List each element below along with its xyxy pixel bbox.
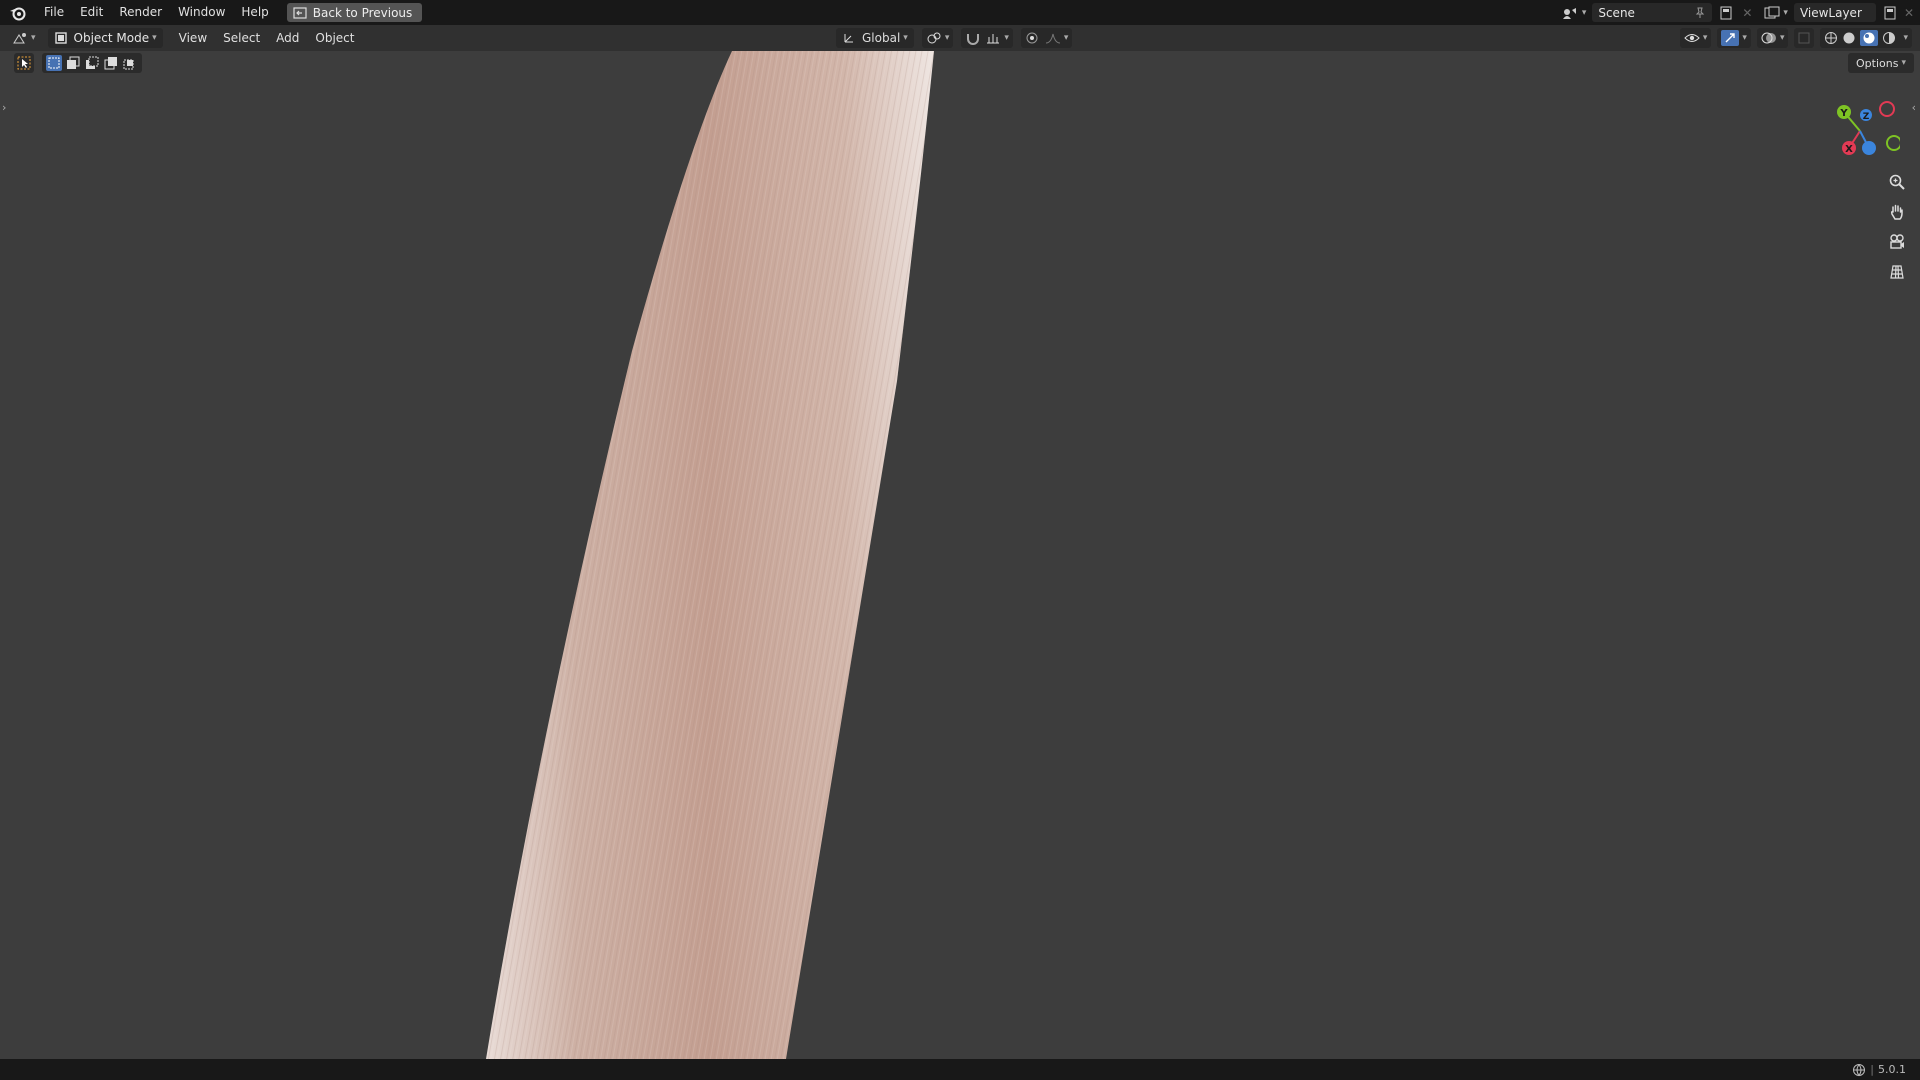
chevron-down-icon: ▾ (1903, 33, 1908, 43)
network-icon[interactable] (1852, 1063, 1866, 1077)
chevron-down-icon: ▾ (1702, 33, 1708, 43)
3d-viewport[interactable]: Options ▾ › ‹ Y X Z (0, 51, 1920, 1059)
blender-logo-icon[interactable] (0, 0, 36, 25)
chevron-down-icon: ▾ (1004, 33, 1009, 43)
overlay-toggle[interactable]: ▾ (1756, 28, 1789, 48)
chevron-down-icon: ▾ (152, 33, 157, 43)
menu-edit[interactable]: Edit (72, 0, 111, 25)
menu-help[interactable]: Help (233, 0, 276, 25)
camera-icon (1890, 234, 1904, 249)
chevron-down-icon: ▾ (1779, 33, 1785, 43)
navigation-gizmo[interactable]: Y X Z (1820, 91, 1900, 171)
rendered-shading-icon[interactable] (1882, 31, 1896, 45)
material-shading-icon[interactable] (1860, 30, 1879, 46)
snap-controls[interactable]: ▾ (961, 28, 1013, 48)
pivot-icon (927, 32, 941, 44)
new-view-layer-icon[interactable] (1882, 5, 1898, 21)
object-mode-icon (54, 32, 67, 44)
shading-mode-group[interactable]: ▾ (1820, 28, 1912, 48)
editor-type-selector[interactable]: ▾ (12, 31, 36, 45)
chevron-down-icon: ▾ (944, 33, 950, 43)
shading-tools: ▾ ▾ ▾ ▾ (1679, 28, 1912, 48)
gizmo-z-label: Z (1863, 112, 1870, 122)
mode-selector[interactable]: Object Mode ▾ (47, 28, 163, 48)
pin-icon[interactable] (1694, 7, 1706, 19)
orientation-selector[interactable]: Global ▾ (836, 28, 914, 48)
view-layer-name-field[interactable]: ViewLayer (1793, 3, 1876, 22)
back-to-previous-button[interactable]: Back to Previous (286, 3, 423, 22)
delete-scene-icon[interactable]: ✕ (1742, 6, 1752, 20)
overlay-icon (1761, 32, 1776, 44)
pan-button[interactable] (1883, 198, 1911, 226)
gizmo-icon (1721, 30, 1740, 46)
chevron-down-icon: ▾ (1063, 33, 1069, 43)
xray-toggle[interactable] (1794, 28, 1815, 48)
chevron-down-icon: ▾ (1742, 33, 1747, 43)
xray-icon (1798, 32, 1810, 44)
menu-render[interactable]: Render (111, 0, 170, 25)
grid-icon (1890, 265, 1904, 279)
gizmo-neg-z-axis[interactable] (1862, 141, 1876, 155)
gizmo-neg-y-axis[interactable] (1886, 135, 1900, 151)
transform-tools: Global ▾ ▾ ▾ ▾ (836, 28, 1073, 48)
chevron-down-icon: ▾ (1581, 7, 1587, 18)
menu-view[interactable]: View (171, 25, 215, 51)
gizmo-neg-x-axis[interactable] (1879, 101, 1895, 117)
visibility-selector[interactable]: ▾ (1679, 28, 1712, 48)
menu-window[interactable]: Window (170, 0, 233, 25)
chevron-down-icon: ▾ (1783, 7, 1788, 18)
menu-add[interactable]: Add (268, 25, 307, 51)
chevron-down-icon: ▾ (903, 33, 908, 43)
ortho-toggle-button[interactable] (1883, 258, 1911, 286)
top-bar: File Edit Render Window Help Back to Pre… (0, 0, 1920, 25)
new-scene-icon[interactable] (1718, 5, 1734, 21)
orientation-label: Global (862, 31, 901, 45)
viewport-header: ▾ Object Mode ▾ View Select Add Object G… (0, 25, 1920, 51)
gizmo-toggle[interactable]: ▾ (1717, 28, 1751, 48)
view-layer-icon (1764, 6, 1780, 18)
magnet-icon (967, 34, 980, 45)
wireframe-shading-icon[interactable] (1824, 31, 1838, 45)
gizmo-y-label: Y (1839, 108, 1848, 119)
falloff-icon (1045, 33, 1060, 44)
version-label: 5.0.1 (1878, 1063, 1906, 1076)
proportional-edit-controls[interactable]: ▾ (1020, 28, 1073, 48)
axes-icon (844, 34, 853, 43)
scene-icon (1562, 7, 1576, 19)
status-divider: | (1870, 1063, 1874, 1076)
chevron-down-icon: ▾ (31, 33, 36, 43)
top-right-controls: ▾ Scene ✕ ▾ ViewLayer ✕ (1561, 0, 1920, 25)
back-to-previous-label: Back to Previous (312, 5, 413, 20)
scene-selector[interactable]: ▾ (1561, 6, 1587, 20)
menu-file[interactable]: File (36, 0, 72, 25)
solid-shading-icon[interactable] (1842, 31, 1856, 45)
menu-select[interactable]: Select (215, 25, 268, 51)
scene-name: Scene (1598, 5, 1635, 20)
menu-object[interactable]: Object (307, 25, 362, 51)
hand-icon (1890, 204, 1903, 220)
hair-strand-mesh[interactable] (0, 51, 1920, 1059)
pivot-selector[interactable]: ▾ (921, 28, 954, 48)
zoom-button[interactable] (1883, 168, 1911, 196)
delete-view-layer-icon[interactable]: ✕ (1904, 6, 1914, 20)
proportional-edit-icon (1026, 32, 1038, 44)
status-bar: | 5.0.1 (0, 1059, 1920, 1080)
back-arrow-icon (293, 6, 307, 19)
zoom-icon (1889, 174, 1905, 190)
snap-increment-icon (987, 34, 1000, 44)
scene-name-field[interactable]: Scene (1592, 3, 1713, 22)
view-layer-selector[interactable]: ▾ (1764, 6, 1788, 20)
editor-type-icon (13, 33, 26, 44)
gizmo-x-label: X (1845, 144, 1853, 155)
camera-view-button[interactable] (1883, 228, 1911, 256)
view-layer-name: ViewLayer (1799, 5, 1862, 20)
mode-label: Object Mode (73, 31, 150, 45)
eye-icon (1684, 34, 1700, 42)
